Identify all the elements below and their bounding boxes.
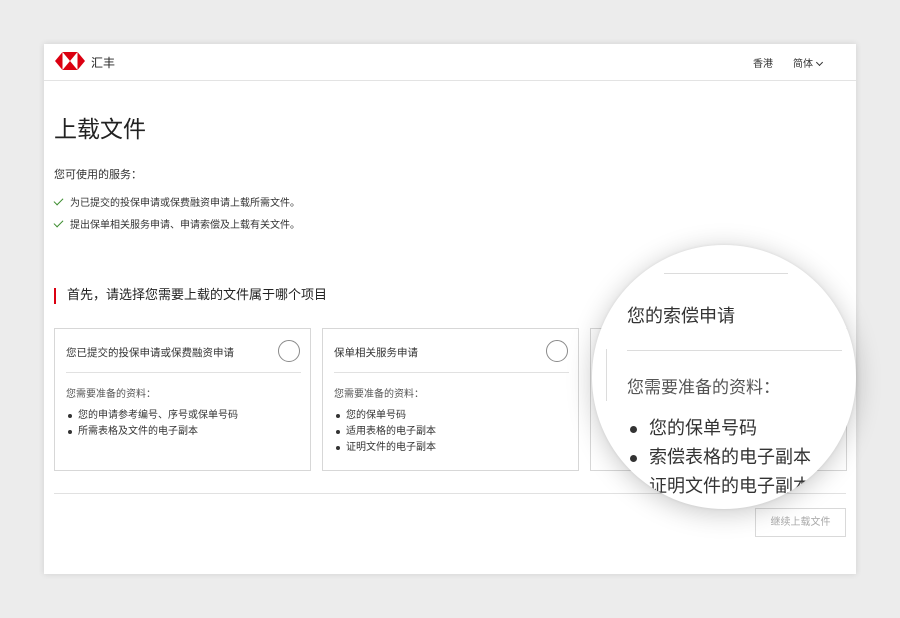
magnified-card-border	[664, 273, 788, 274]
list-item: 索偿表格的电子副本	[627, 443, 811, 472]
continue-upload-button[interactable]: 继续上载文件	[755, 508, 846, 537]
list-item: 适用表格的电子副本	[334, 424, 436, 440]
requirements-label: 您需要准备的资料：	[66, 389, 156, 400]
requirements-label: 您需要准备的资料：	[627, 378, 780, 398]
service-item-text: 提出保单相关服务申请、申请索偿及上载有关文件。	[70, 220, 300, 231]
service-item: 为已提交的投保申请或保费融资申请上载所需文件。	[53, 194, 300, 209]
card-title: 您的索偿申请	[627, 306, 735, 327]
requirements-list: 您的保单号码 适用表格的电子副本 证明文件的电子副本	[334, 408, 436, 456]
list-item: 证明文件的电子副本	[627, 472, 811, 501]
card-title: 您已提交的投保申请或保费融资申请	[66, 347, 234, 359]
chevron-down-icon	[815, 58, 824, 67]
radio-button[interactable]	[546, 340, 568, 362]
radio-button[interactable]	[278, 340, 300, 362]
list-item: 证明文件的电子副本	[334, 440, 436, 456]
language-selector[interactable]: 简体	[793, 55, 824, 70]
card-divider	[66, 372, 301, 373]
card-title: 保单相关服务申请	[334, 347, 418, 359]
requirements-list: 您的保单号码 索偿表格的电子副本 证明文件的电子副本	[627, 414, 811, 501]
language-label: 简体	[793, 59, 813, 70]
page-title: 上载文件	[54, 117, 146, 143]
top-bar: 汇丰 香港 简体	[44, 44, 856, 81]
list-item: 您的保单号码	[627, 414, 811, 443]
hsbc-logo-icon[interactable]	[55, 52, 85, 70]
list-item: 您的申请参考编号、序号或保单号码	[66, 408, 238, 424]
requirements-list: 您的申请参考编号、序号或保单号码 所需表格及文件的电子副本	[66, 408, 238, 440]
list-item: 您的保单号码	[334, 408, 436, 424]
card-divider	[627, 350, 842, 351]
option-card-policy-service[interactable]: 保单相关服务申请 您需要准备的资料： 您的保单号码 适用表格的电子副本 证明文件…	[322, 328, 579, 471]
check-icon	[53, 217, 64, 228]
option-card-application[interactable]: 您已提交的投保申请或保费融资申请 您需要准备的资料： 您的申请参考编号、序号或保…	[54, 328, 311, 471]
service-item: 提出保单相关服务申请、申请索偿及上载有关文件。	[53, 216, 300, 231]
brand-name[interactable]: 汇丰	[91, 54, 115, 71]
list-item: 所需表格及文件的电子副本	[66, 424, 238, 440]
check-icon	[53, 195, 64, 206]
magnified-card-edge	[606, 349, 607, 401]
services-heading: 您可使用的服务：	[54, 168, 142, 181]
service-item-text: 为已提交的投保申请或保费融资申请上载所需文件。	[70, 198, 300, 209]
region-link[interactable]: 香港	[753, 55, 773, 70]
card-divider	[334, 372, 569, 373]
requirements-label: 您需要准备的资料：	[334, 389, 424, 400]
section-title: 首先，请选择您需要上载的文件属于哪个项目	[54, 288, 327, 304]
magnifier-overlay: 您的索偿申请 您需要准备的资料： 您的保单号码 索偿表格的电子副本 证明文件的电…	[592, 245, 856, 509]
